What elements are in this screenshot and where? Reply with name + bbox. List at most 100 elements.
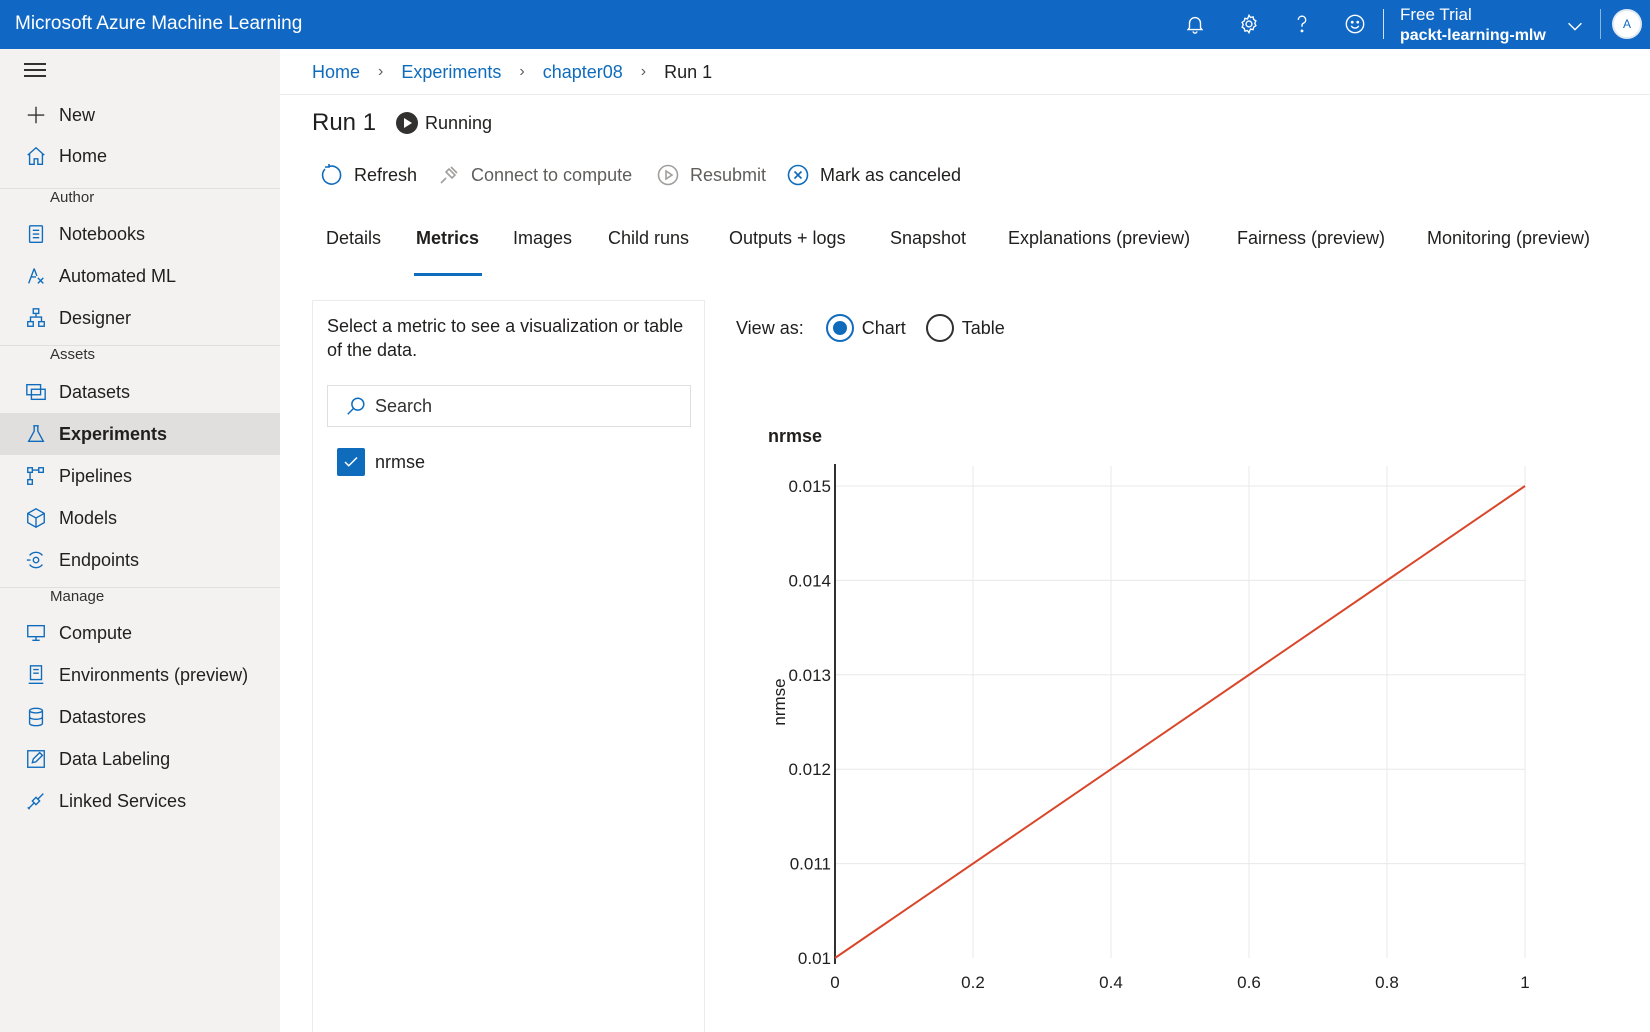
- sidebar-item-label: Data Labeling: [59, 748, 171, 769]
- y-tick-label: 0.015: [788, 477, 831, 496]
- radio-circle[interactable]: [825, 314, 854, 342]
- view-as-group: View as: Chart Table: [736, 314, 1025, 342]
- workspace-name[interactable]: packt-learning-mlw: [1400, 27, 1546, 45]
- plug-icon: [440, 166, 458, 184]
- divider: [1600, 9, 1601, 39]
- y-tick-label: 0.012: [788, 760, 831, 779]
- x-tick-label: 0.8: [1375, 973, 1399, 992]
- play-circle-icon: [657, 164, 679, 186]
- subscription-name[interactable]: Free Trial: [1400, 5, 1472, 25]
- smiley-icon[interactable]: [1342, 11, 1368, 37]
- help-icon[interactable]: [1289, 11, 1315, 37]
- app-title[interactable]: Microsoft Azure Machine Learning: [15, 13, 302, 35]
- sidebar-item-label: Linked Services: [59, 790, 187, 811]
- chevron-down-icon[interactable]: [1562, 13, 1588, 39]
- sidebar-item-environments[interactable]: Environments (preview): [0, 654, 280, 696]
- breadcrumb-home[interactable]: Home: [312, 62, 360, 83]
- sidebar-item-home[interactable]: Home: [0, 135, 280, 177]
- section-author: Author: [0, 188, 280, 210]
- cube-icon: [24, 506, 48, 530]
- status-text: Running: [425, 112, 493, 133]
- sidebar-item-label: New: [59, 104, 96, 125]
- breadcrumb-experiment[interactable]: chapter08: [543, 62, 623, 83]
- breadcrumb: Home › Experiments › chapter08 › Run 1: [312, 60, 712, 84]
- sidebar-item-automated-ml[interactable]: Automated ML: [0, 255, 280, 297]
- x-tick-label: 1: [1520, 973, 1529, 992]
- status-badge: Running: [396, 112, 492, 134]
- dataset-icon: [24, 380, 48, 404]
- designer-icon: [24, 306, 48, 330]
- sidebar-item-label: Automated ML: [59, 265, 177, 286]
- sidebar-item-pipelines[interactable]: Pipelines: [0, 455, 280, 497]
- metric-search-box[interactable]: [327, 385, 691, 427]
- sidebar-item-label: Datasets: [59, 381, 131, 402]
- sidebar-item-designer[interactable]: Designer: [0, 297, 280, 339]
- edit-icon: [24, 747, 48, 771]
- sidebar-item-compute[interactable]: Compute: [0, 612, 280, 654]
- connect-compute-button[interactable]: Connect to compute: [437, 163, 632, 187]
- tab-fairness[interactable]: Fairness (preview): [1237, 228, 1385, 249]
- tab-images[interactable]: Images: [513, 228, 572, 249]
- bell-icon[interactable]: [1182, 11, 1208, 37]
- tab-details[interactable]: Details: [326, 228, 381, 249]
- chevron-right-icon: ›: [378, 63, 384, 80]
- section-title: Assets: [48, 346, 98, 363]
- view-as-label: View as:: [736, 317, 804, 338]
- sidebar-item-label: Endpoints: [59, 549, 140, 570]
- section-title: Manage: [48, 588, 107, 605]
- x-tick-label: 0.4: [1099, 973, 1123, 992]
- sidebar-item-data-labeling[interactable]: Data Labeling: [0, 738, 280, 780]
- tab-snapshot[interactable]: Snapshot: [890, 228, 966, 249]
- page-title: Run 1: [312, 109, 377, 136]
- sidebar-item-models[interactable]: Models: [0, 497, 280, 539]
- sidebar-item-label: Compute: [59, 622, 133, 643]
- refresh-icon: [321, 164, 342, 185]
- tab-child-runs[interactable]: Child runs: [608, 228, 689, 249]
- x-tick-label: 0.6: [1237, 973, 1261, 992]
- tab-explanations[interactable]: Explanations (preview): [1008, 228, 1190, 249]
- refresh-label: Refresh: [354, 164, 418, 185]
- tab-metrics[interactable]: Metrics: [416, 228, 479, 249]
- gear-icon[interactable]: [1236, 11, 1262, 37]
- sidebar: New Home Author Notebooks Automated ML D…: [0, 49, 280, 1032]
- sidebar-item-datastores[interactable]: Datastores: [0, 696, 280, 738]
- metric-checkbox[interactable]: [337, 448, 365, 476]
- radio-circle[interactable]: [925, 314, 954, 342]
- sidebar-item-datasets[interactable]: Datasets: [0, 371, 280, 413]
- x-tick-label: 0: [830, 973, 839, 992]
- link-icon: [24, 789, 48, 813]
- breadcrumb-current: Run 1: [664, 61, 713, 82]
- resubmit-button[interactable]: Resubmit: [656, 163, 766, 187]
- sidebar-item-experiments[interactable]: Experiments: [0, 413, 280, 455]
- sidebar-item-endpoints[interactable]: Endpoints: [0, 539, 280, 581]
- checkmark-icon: [344, 456, 358, 467]
- plus-icon: [24, 103, 48, 127]
- tab-outputs-logs[interactable]: Outputs + logs: [729, 228, 846, 249]
- metric-hint: Select a metric to see a visualization o…: [327, 316, 684, 360]
- notebook-icon: [24, 222, 48, 246]
- sidebar-item-label: Experiments: [59, 423, 168, 444]
- radio-table[interactable]: Table: [925, 314, 1005, 342]
- refresh-button[interactable]: Refresh: [320, 163, 417, 187]
- breadcrumb-experiments[interactable]: Experiments: [401, 62, 501, 83]
- mark-canceled-button[interactable]: Mark as canceled: [786, 163, 961, 187]
- monitor-icon: [24, 621, 48, 645]
- sidebar-item-new[interactable]: New: [0, 94, 280, 136]
- chevron-right-icon: ›: [519, 63, 525, 80]
- hamburger-menu-icon[interactable]: [24, 63, 46, 79]
- line-chart: 0 0.2 0.4 0.6 0.8 1 0.01 0.011 0.012 0.013 0.014 0.…: [770, 464, 1530, 992]
- y-tick-label: 0.014: [788, 571, 831, 590]
- sidebar-item-label: Notebooks: [59, 223, 146, 244]
- metric-item-nrmse[interactable]: nrmse: [337, 448, 425, 476]
- tab-monitoring[interactable]: Monitoring (preview): [1427, 228, 1590, 249]
- metric-search-input[interactable]: [375, 395, 675, 417]
- connect-label: Connect to compute: [471, 164, 633, 185]
- sidebar-item-linked-services[interactable]: Linked Services: [0, 780, 280, 822]
- radio-chart[interactable]: Chart: [825, 314, 906, 342]
- y-tick-label: 0.011: [790, 855, 831, 874]
- sidebar-item-notebooks[interactable]: Notebooks: [0, 213, 280, 255]
- avatar[interactable]: A: [1612, 9, 1642, 39]
- series-line-nrmse: [834, 485, 1526, 959]
- section-assets: Assets: [0, 345, 280, 367]
- y-axis-label: nrmse: [770, 678, 789, 725]
